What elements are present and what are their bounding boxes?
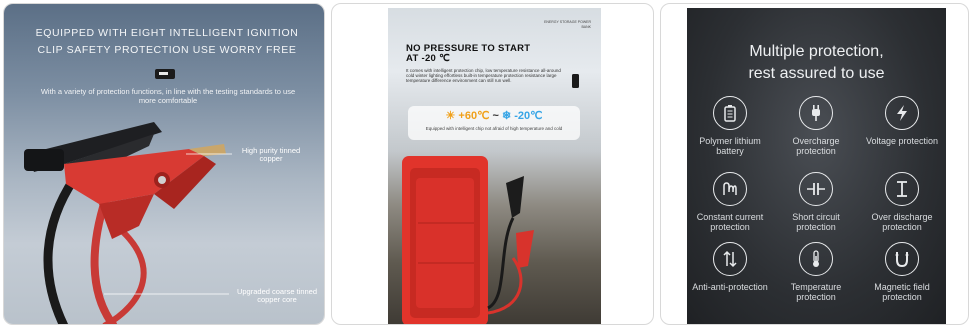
protection-item: Anti-anti-protection bbox=[687, 242, 773, 292]
jumper-clips-illustration bbox=[24, 122, 232, 324]
protection-label: Polymer lithium battery bbox=[699, 136, 761, 156]
temp-cold: -20℃ bbox=[514, 110, 543, 122]
battery-icon bbox=[713, 96, 747, 130]
protection-label: Constant current protection bbox=[696, 212, 764, 232]
thermometer-icon bbox=[799, 242, 833, 276]
short-circuit-icon bbox=[799, 172, 833, 206]
temp-separator: ~ bbox=[492, 110, 499, 122]
lightning-icon bbox=[885, 96, 919, 130]
temperature-note: Equipped with intelligent chip not afrai… bbox=[425, 126, 563, 131]
protection-label: Voltage protection bbox=[865, 136, 939, 146]
protection-item: Voltage protection bbox=[859, 96, 945, 146]
protection-item: Magnetic field protection bbox=[859, 242, 945, 302]
protection-panel: Multiple protection, rest assured to use… bbox=[687, 8, 946, 324]
protection-item: Constant current protection bbox=[687, 172, 773, 232]
protection-label: Anti-anti-protection bbox=[692, 282, 768, 292]
core-label: Upgraded coarse tinned copper core bbox=[236, 287, 318, 304]
heading-line2: rest assured to use bbox=[748, 65, 885, 82]
coil-icon bbox=[713, 172, 747, 206]
protection-label: Overcharge protection bbox=[792, 136, 840, 156]
temperature-range: ☀ +60℃ ~ ❄ -20℃ bbox=[408, 109, 580, 123]
power-bank-illustration bbox=[402, 74, 579, 324]
temperature-badge: ☀ +60℃ ~ ❄ -20℃ Equipped with intelligen… bbox=[408, 106, 580, 140]
discharge-icon bbox=[885, 172, 919, 206]
heading-line1: Multiple protection, bbox=[749, 43, 884, 60]
product-image-card-clips[interactable]: EQUIPPED WITH EIGHT INTELLIGENT IGNITION… bbox=[3, 3, 325, 325]
snowflake-icon: ❄ bbox=[501, 110, 512, 122]
protection-heading: Multiple protection, rest assured to use bbox=[687, 41, 946, 85]
protection-label: Magnetic field protection bbox=[874, 282, 930, 302]
sun-icon: ☀ bbox=[445, 110, 456, 122]
protection-item: Overcharge protection bbox=[773, 96, 859, 156]
plug-icon bbox=[799, 96, 833, 130]
arrows-icon bbox=[713, 242, 747, 276]
magnet-icon bbox=[885, 242, 919, 276]
protection-item: Polymer lithium battery bbox=[687, 96, 773, 156]
temp-hot: +60℃ bbox=[458, 110, 490, 122]
poster: ENERGY STORAGE POWER BANK NO PRESSURE TO… bbox=[388, 8, 601, 324]
protection-label: Short circuit protection bbox=[792, 212, 840, 232]
copper-label: High purity tinned copper bbox=[241, 146, 301, 163]
protection-item: Temperature protection bbox=[773, 242, 859, 302]
protection-label: Temperature protection bbox=[790, 282, 842, 302]
product-image-card-temperature[interactable]: ENERGY STORAGE POWER BANK NO PRESSURE TO… bbox=[331, 3, 654, 325]
product-image-card-protection[interactable]: Multiple protection, rest assured to use… bbox=[660, 3, 969, 325]
protection-item: Short circuit protection bbox=[773, 172, 859, 232]
protection-item: Over discharge protection bbox=[859, 172, 945, 232]
protection-label: Over discharge protection bbox=[871, 212, 933, 232]
